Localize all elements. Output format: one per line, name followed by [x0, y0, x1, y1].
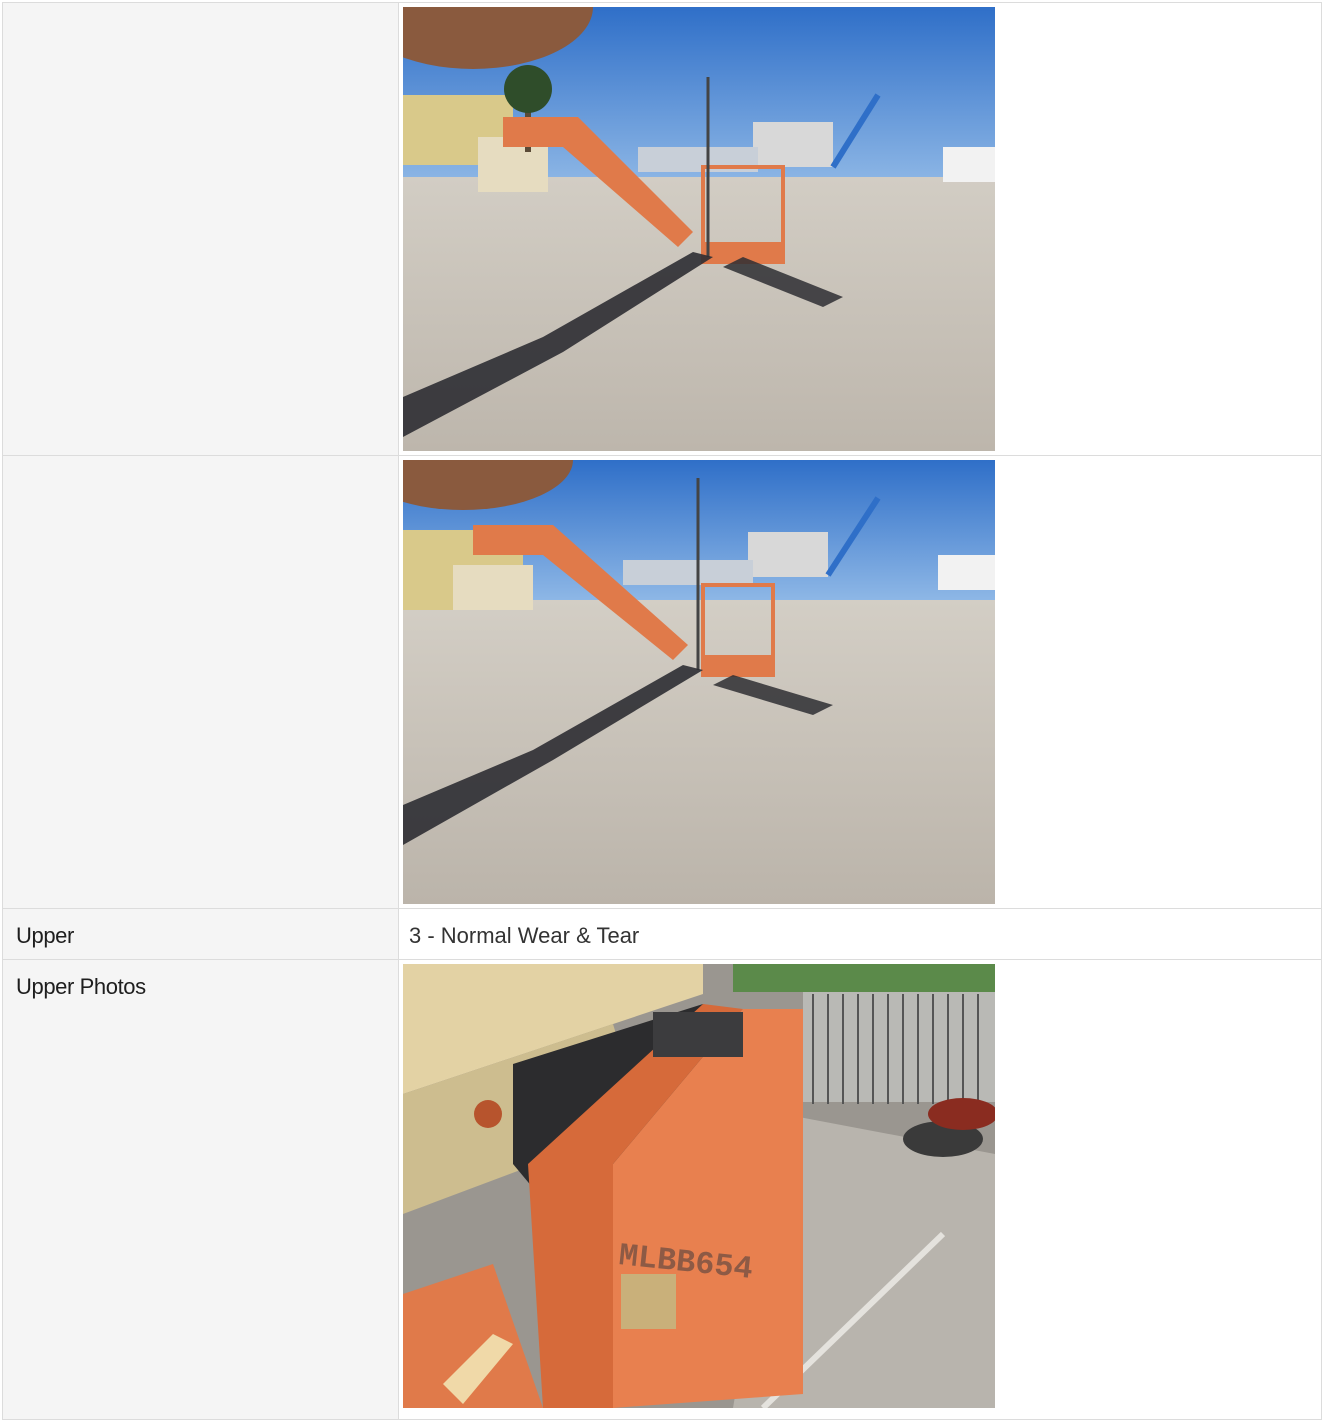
table-row	[2, 455, 1322, 909]
table-row: Upper Photos MLBB654	[2, 959, 1322, 1420]
row-label	[2, 2, 399, 456]
inspection-table: Upper 3 - Normal Wear & Tear Upper Photo…	[2, 2, 1322, 1420]
row-value: MLBB654	[398, 959, 1322, 1420]
row-label-upper: Upper	[2, 908, 399, 960]
boom-lift-photo[interactable]	[403, 460, 995, 904]
table-row: Upper 3 - Normal Wear & Tear	[2, 908, 1322, 960]
row-value	[398, 455, 1322, 909]
boom-lift-photo[interactable]	[403, 7, 995, 451]
row-label-upper-photos: Upper Photos	[2, 959, 399, 1420]
row-label	[2, 455, 399, 909]
table-row	[2, 2, 1322, 456]
upper-cover-photo[interactable]: MLBB654	[403, 964, 995, 1408]
row-value	[398, 2, 1322, 456]
row-value-upper: 3 - Normal Wear & Tear	[398, 908, 1322, 960]
